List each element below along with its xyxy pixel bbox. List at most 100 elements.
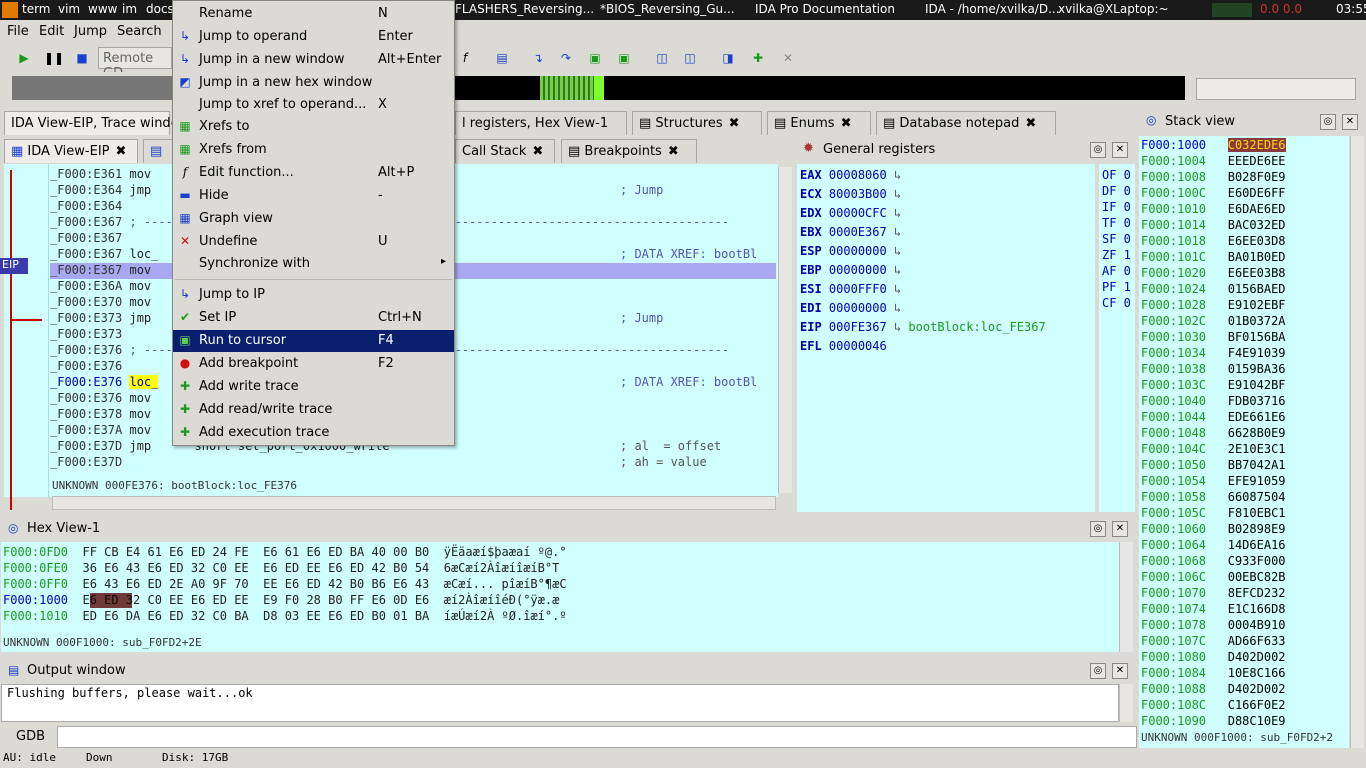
stack-row[interactable]: F000:1078 0004B910	[1141, 618, 1286, 634]
taskbar-item-im[interactable]: im	[122, 2, 137, 16]
restore-icon[interactable]: ◎	[1320, 114, 1336, 130]
menu-item-jump-to-operand[interactable]: ↳ Jump to operand Enter	[173, 26, 454, 48]
run-to-cursor-icon[interactable]: ▣	[614, 48, 634, 68]
code-line-current[interactable]: _F000:E367 mov	[50, 263, 151, 279]
stack-row[interactable]: F000:107C AD66F633	[1141, 634, 1286, 650]
stack-row[interactable]: F000:1038 0159BA36	[1141, 362, 1286, 378]
stack-row[interactable]: F000:1044 EDE661E6	[1141, 410, 1286, 426]
stack-scrollbar[interactable]	[1350, 136, 1364, 748]
window-button-ida-docs[interactable]: IDA Pro Documentation	[755, 2, 895, 16]
close-icon[interactable]: ✖	[729, 116, 740, 131]
toolbar-icon-1[interactable]: ▤	[492, 48, 512, 68]
code-line[interactable]: _F000:E367 loc_	[50, 247, 158, 263]
tab-database-notepad[interactable]: ▤ Database notepad ✖	[876, 111, 1056, 135]
play-icon[interactable]: ▶	[14, 48, 34, 68]
flag-row[interactable]: TF 0	[1102, 216, 1131, 230]
stop-icon[interactable]: ■	[72, 48, 92, 68]
code-line[interactable]: _F000:E36A mov	[50, 279, 151, 295]
flag-row[interactable]: ZF 1	[1102, 248, 1131, 262]
window-button-flashers[interactable]: FLASHERS_Reversing...	[455, 2, 594, 16]
stack-row[interactable]: F000:1090 D88C10E9	[1141, 714, 1286, 730]
flag-row[interactable]: PF 1	[1102, 280, 1131, 294]
close-icon[interactable]: ✕	[1342, 114, 1358, 130]
stack-row[interactable]: F000:1064 14D6EA16	[1141, 538, 1286, 554]
app-menu-icon[interactable]	[2, 2, 18, 18]
stack-row[interactable]: F000:1034 F4E91039	[1141, 346, 1286, 362]
remove-icon[interactable]: ✕	[778, 48, 798, 68]
menu-edit[interactable]: Edit	[39, 24, 64, 39]
stack-row[interactable]: F000:1018 E6EE03D8	[1141, 234, 1286, 250]
hex-row[interactable]: F000:1010 ED E6 DA E6 ED 32 C0 BA D8 03 …	[3, 609, 567, 625]
register-row[interactable]: EFL 00000046	[800, 339, 887, 357]
tab-registers-hex[interactable]: l registers, Hex View-1	[455, 111, 627, 135]
menu-item-xrefs-to[interactable]: ▦ Xrefs to	[173, 116, 454, 138]
stack-row[interactable]: F000:1020 E6EE03B8	[1141, 266, 1286, 282]
pause-icon[interactable]: ❚❚	[44, 48, 64, 68]
stack-row[interactable]: F000:1054 EFE91059	[1141, 474, 1286, 490]
stack-row[interactable]: F000:106C 00EBC82B	[1141, 570, 1286, 586]
code-line[interactable]: _F000:E373	[50, 327, 122, 343]
flag-row[interactable]: OF 0	[1102, 168, 1131, 182]
close-icon[interactable]: ✖	[1025, 116, 1036, 131]
hex-row[interactable]: F000:0FE0 36 E6 43 E6 ED 32 C0 EE E6 ED …	[3, 561, 559, 577]
menu-item-jump-new-hex-window[interactable]: ◩ Jump in a new hex window	[173, 72, 454, 94]
register-row[interactable]: EBP 00000000 ↳	[800, 263, 901, 281]
menu-item-xrefs-from[interactable]: ▦ Xrefs from	[173, 139, 454, 161]
stack-row[interactable]: F000:1070 8EFCD232	[1141, 586, 1286, 602]
stack-row[interactable]: F000:1048 6628B0E9	[1141, 426, 1286, 442]
menu-item-hide[interactable]: ▬ Hide -	[173, 185, 454, 207]
register-row[interactable]: EIP 000FE367 ↳ bootBlock:loc_FE367	[800, 320, 1046, 338]
close-icon[interactable]: ✕	[1112, 142, 1128, 158]
close-icon[interactable]: ✖	[668, 144, 679, 159]
stack-row[interactable]: F000:1068 C933F000	[1141, 554, 1286, 570]
restore-icon[interactable]: ◎	[1090, 663, 1106, 679]
stack-row[interactable]: F000:1050 BB7042A1	[1141, 458, 1286, 474]
function-icon[interactable]: f	[455, 48, 475, 68]
window-button-terminal[interactable]: xvilka@XLaptop:~	[1058, 2, 1169, 16]
menu-item-synchronize-with[interactable]: Synchronize with ▸	[173, 253, 454, 275]
stack-row[interactable]: F000:1080 D402D002	[1141, 650, 1286, 666]
toolbar-icon-3[interactable]: ◫	[680, 48, 700, 68]
stack-row[interactable]: F000:100C E60DE6FF	[1141, 186, 1286, 202]
register-row[interactable]: EDI 00000000 ↳	[800, 301, 901, 319]
code-line[interactable]: _F000:E364	[50, 199, 122, 215]
stack-row[interactable]: F000:108C C166F0E2	[1141, 698, 1286, 714]
code-line[interactable]: _F000:E370 mov	[50, 295, 151, 311]
code-line[interactable]: _F000:E378 mov	[50, 407, 151, 423]
output-scrollbar[interactable]	[1119, 684, 1133, 722]
code-line[interactable]: _F000:E361 mov	[50, 167, 151, 183]
window-button-bios[interactable]: *BIOS_Reversing_Gu...	[600, 2, 735, 16]
stack-row[interactable]: F000:105C F810EBC1	[1141, 506, 1286, 522]
flag-row[interactable]: SF 0	[1102, 232, 1131, 246]
code-line[interactable]: _F000:E37D	[50, 455, 122, 471]
register-row[interactable]: ESI 0000FFF0 ↳	[800, 282, 901, 300]
code-line[interactable]: _F000:E37A mov	[50, 423, 151, 439]
menu-item-add-breakpoint[interactable]: ● Add breakpoint F2	[173, 353, 454, 375]
stack-row[interactable]: F000:1058 66087504	[1141, 490, 1286, 506]
window-button-ida[interactable]: IDA - /home/xvilka/D...	[925, 2, 1060, 16]
menu-item-graph-view[interactable]: ▦ Graph view	[173, 208, 454, 230]
flag-row[interactable]: AF 0	[1102, 264, 1131, 278]
code-line[interactable]: _F000:E376 loc_	[50, 375, 159, 391]
flag-row[interactable]: DF 0	[1102, 184, 1131, 198]
gdb-label[interactable]: GDB	[16, 729, 45, 744]
taskbar-item-term[interactable]: term	[22, 2, 51, 16]
stack-row[interactable]: F000:1074 E1C166D8	[1141, 602, 1286, 618]
step-into-icon[interactable]: ↴	[528, 48, 548, 68]
tab-call-stack[interactable]: Call Stack ✖	[455, 139, 555, 163]
tab-trace[interactable]: ▤	[143, 139, 173, 163]
menu-item-jump-xref-operand[interactable]: Jump to xref to operand... X	[173, 94, 454, 116]
code-line[interactable]: _F000:E376	[50, 359, 122, 375]
stack-row[interactable]: F000:104C 2E10E3C1	[1141, 442, 1286, 458]
stack-row[interactable]: F000:1010 E6DAE6ED	[1141, 202, 1286, 218]
menu-item-add-read-write-trace[interactable]: ✚ Add read/write trace	[173, 399, 454, 421]
code-line[interactable]: _F000:E376 mov	[50, 391, 151, 407]
register-row[interactable]: EAX 00008060 ↳	[800, 168, 901, 186]
step-over-icon[interactable]: ↷	[556, 48, 576, 68]
close-icon[interactable]: ✖	[841, 116, 852, 131]
nav-band-left[interactable]	[12, 76, 172, 100]
stack-row[interactable]: F000:101C BA01B0ED	[1141, 250, 1286, 266]
toolbar-icon-2[interactable]: ◫	[652, 48, 672, 68]
command-input[interactable]	[57, 726, 1137, 748]
taskbar-item-www[interactable]: www	[88, 2, 117, 16]
